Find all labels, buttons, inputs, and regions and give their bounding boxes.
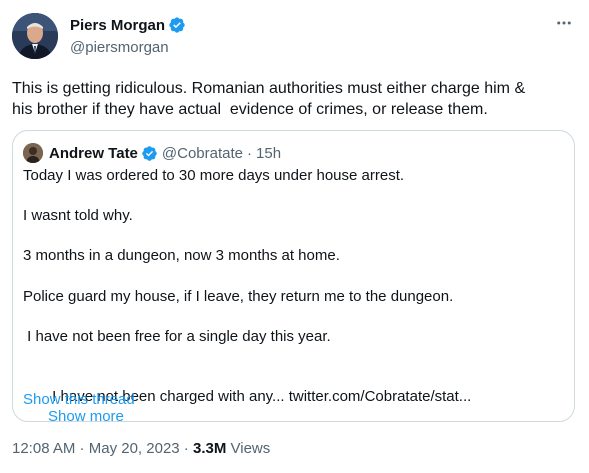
tweet-footer: 12:08 AM · May 20, 2023 · 3.3M Views (12, 440, 270, 457)
author-block: Piers Morgan @piersmorgan (70, 14, 186, 56)
author-name[interactable]: Piers Morgan (70, 17, 165, 34)
meta-separator: · (247, 144, 253, 162)
author-handle[interactable]: @piersmorgan (70, 39, 186, 56)
views-count[interactable]: 3.3M (193, 440, 226, 457)
quoted-tweet-line: I have not been free for a single day th… (23, 328, 331, 345)
verified-badge-icon (141, 145, 158, 162)
show-thread-link[interactable]: Show this thread (23, 391, 135, 408)
quoted-tweet-header: Andrew Tate @Cobratate · 15h (23, 143, 281, 163)
verified-badge-icon (168, 16, 186, 34)
quoted-tweet-time[interactable]: 15h (256, 145, 281, 162)
quoted-avatar-photo (23, 143, 43, 163)
quoted-author-name[interactable]: Andrew Tate (49, 145, 138, 162)
footer-separator: · (75, 440, 89, 457)
show-more-link[interactable]: Show more (48, 408, 124, 425)
tweet-date[interactable]: May 20, 2023 (89, 440, 180, 457)
views-label: Views (226, 440, 271, 457)
quoted-tweet-line: Today I was ordered to 30 more days unde… (23, 167, 405, 184)
quoted-tweet-card[interactable]: Andrew Tate @Cobratate · 15h Today I was… (12, 130, 575, 425)
footer-separator: · (179, 440, 193, 457)
quoted-tweet-line: Police guard my house, if I leave, they … (23, 288, 454, 305)
quoted-tweet-line: I wasnt told why. (23, 207, 133, 224)
more-horizontal-icon (555, 14, 573, 37)
tweet-time[interactable]: 12:08 AM (12, 440, 75, 457)
author-avatar[interactable] (12, 13, 58, 59)
quoted-author-handle[interactable]: @Cobratate (162, 145, 243, 162)
quoted-author-avatar[interactable] (23, 143, 43, 163)
more-options-button[interactable] (553, 14, 575, 36)
tweet-text: This is getting ridiculous. Romanian aut… (12, 80, 526, 118)
quoted-tweet-line: 3 months in a dungeon, now 3 months at h… (23, 247, 340, 264)
avatar-photo (12, 13, 58, 59)
